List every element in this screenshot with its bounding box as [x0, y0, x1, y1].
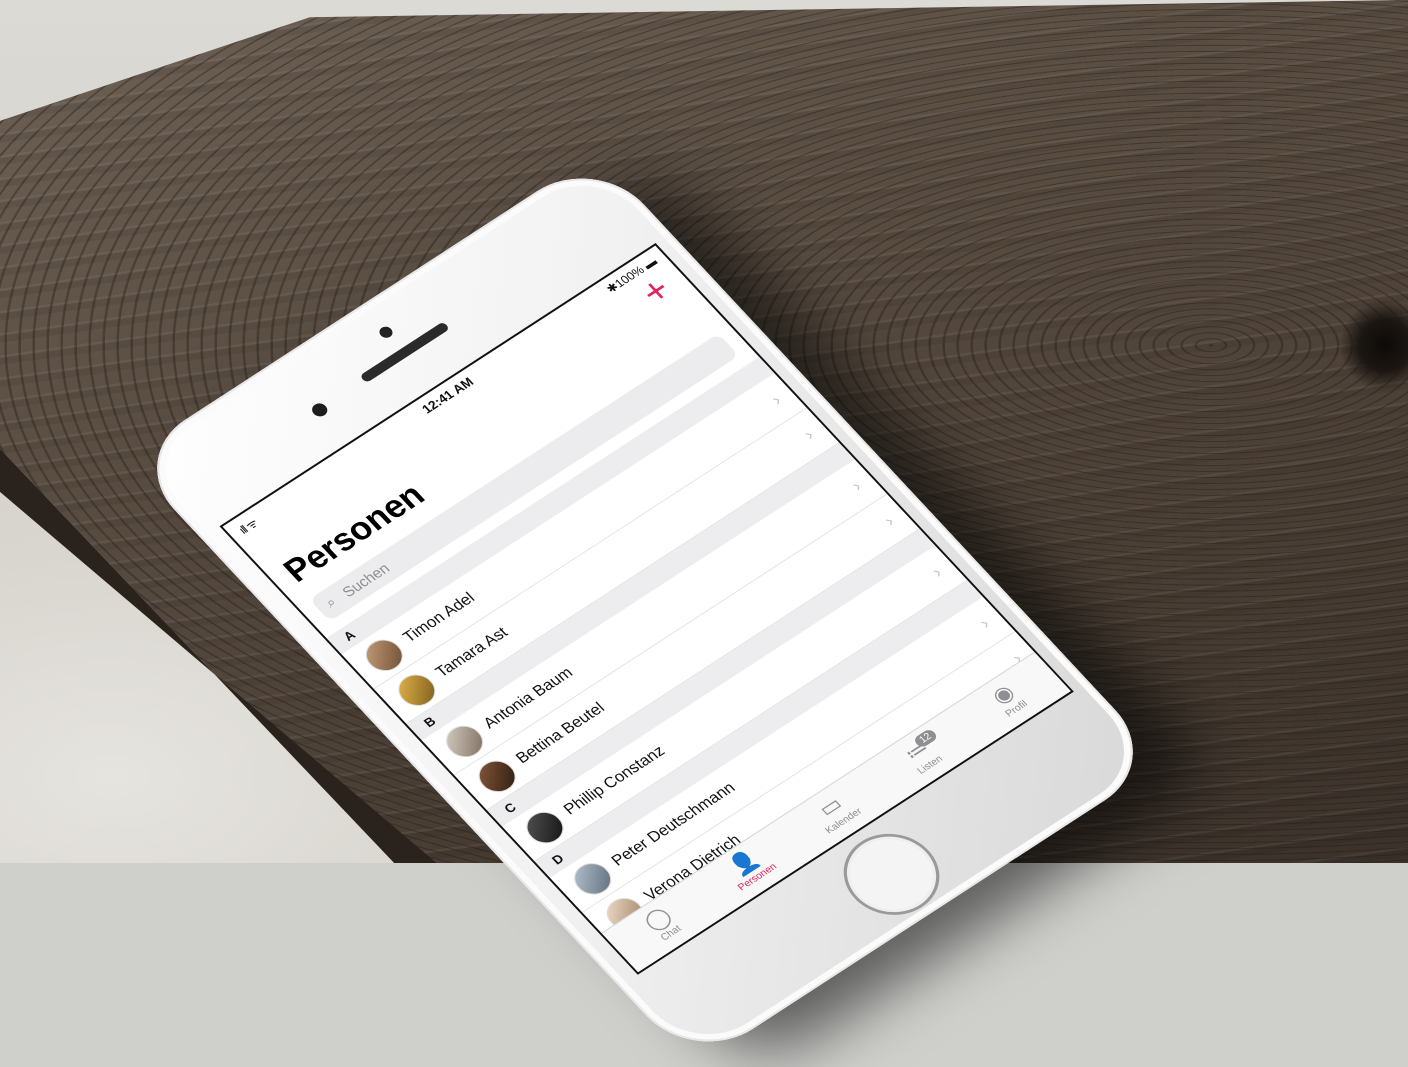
earpiece-speaker [359, 321, 451, 384]
search-icon: ⌕ [321, 593, 340, 611]
chevron-right-icon: › [879, 511, 899, 530]
front-camera-icon [376, 324, 396, 340]
search-placeholder: Suchen [339, 560, 394, 601]
add-person-button[interactable]: + [632, 270, 684, 315]
chevron-right-icon: › [846, 476, 866, 495]
avatar [518, 805, 571, 850]
avatar [471, 754, 524, 799]
sensor-icon [308, 400, 331, 419]
chevron-right-icon: › [927, 562, 947, 582]
chevron-right-icon: › [975, 614, 994, 633]
chevron-right-icon: › [799, 425, 819, 444]
chevron-right-icon: › [766, 390, 786, 409]
avatar [390, 668, 443, 713]
